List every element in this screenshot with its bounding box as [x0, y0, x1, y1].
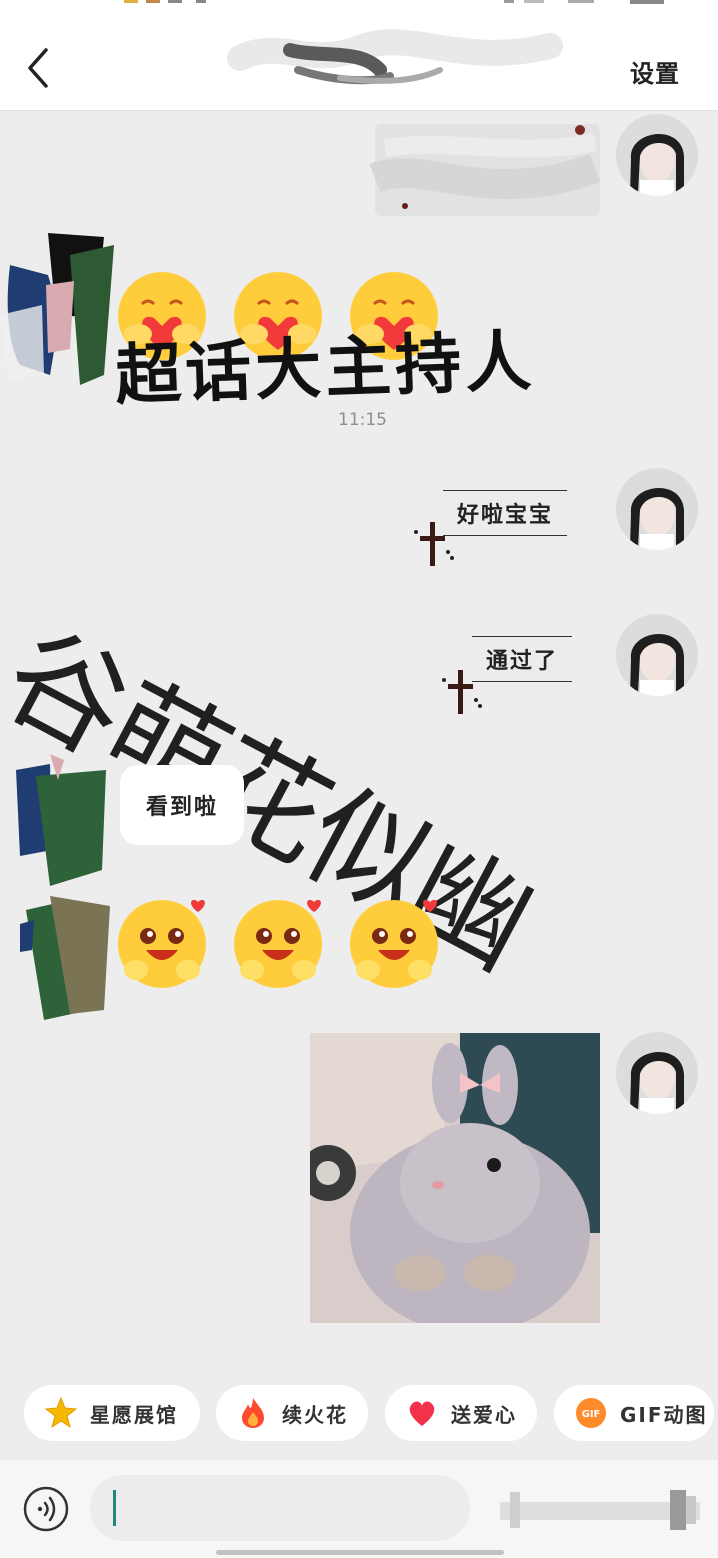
user-portrait-avatar — [616, 1032, 698, 1114]
image-message[interactable] — [310, 1033, 600, 1323]
quick-action-star-exhibition[interactable]: 星愿展馆 — [24, 1385, 200, 1441]
message-bubble[interactable]: 好啦宝宝 — [443, 490, 568, 536]
excited-blush-emoji[interactable] — [230, 894, 326, 990]
my-avatar[interactable] — [616, 614, 698, 696]
contact-avatar-redacted[interactable] — [0, 225, 120, 385]
quick-action-gif[interactable]: GIF GIF动图 — [554, 1385, 714, 1441]
voice-icon — [23, 1486, 69, 1532]
quick-action-label: 星愿展馆 — [90, 1402, 178, 1427]
heart-icon — [409, 1401, 435, 1426]
input-actions-redacted[interactable] — [490, 1480, 710, 1540]
contact-name-redacted — [227, 29, 563, 85]
my-avatar[interactable] — [616, 468, 698, 550]
gif-icon: GIF — [576, 1398, 606, 1428]
contact-avatar-redacted[interactable] — [10, 740, 110, 890]
user-portrait-avatar — [616, 114, 698, 196]
user-portrait-avatar — [616, 468, 698, 550]
quick-action-label: 续火花 — [282, 1402, 348, 1427]
back-button[interactable] — [18, 40, 64, 96]
message-text: 看到啦 — [146, 795, 219, 820]
excited-blush-emoji[interactable] — [346, 894, 442, 990]
user-portrait-avatar — [616, 614, 698, 696]
quick-action-label: GIF动图 — [620, 1402, 708, 1427]
my-avatar[interactable] — [616, 1032, 698, 1114]
text-caret — [113, 1490, 116, 1526]
voice-button[interactable] — [22, 1485, 70, 1533]
star-icon — [44, 1396, 78, 1429]
settings-button[interactable]: 设置 — [630, 54, 680, 89]
redacted-message-bubble — [369, 124, 601, 216]
message-text: 通过了 — [486, 649, 559, 674]
quick-action-send-heart[interactable]: 送爱心 — [385, 1385, 537, 1441]
message-bubble[interactable]: 看到啦 — [120, 765, 245, 845]
svg-text:GIF: GIF — [582, 1409, 601, 1420]
quick-action-label: 送爱心 — [451, 1402, 517, 1427]
message-text: 好啦宝宝 — [457, 503, 554, 528]
my-avatar[interactable] — [616, 114, 698, 196]
excited-blush-emoji[interactable] — [114, 894, 210, 990]
message-bubble[interactable]: 通过了 — [472, 636, 573, 682]
contact-avatar-redacted[interactable] — [20, 890, 116, 1026]
home-indicator — [216, 1550, 504, 1555]
status-bar-fragment — [124, 0, 206, 3]
message-input[interactable] — [90, 1475, 470, 1541]
flame-icon — [242, 1398, 264, 1428]
quick-action-continue-spark[interactable]: 续火花 — [216, 1385, 368, 1441]
chevron-left-icon — [28, 48, 48, 88]
status-bar-right-fragment — [504, 0, 664, 4]
overlay-text-line1: 超话大主持人 — [113, 321, 537, 415]
bunny-photo — [310, 1033, 600, 1323]
message-timestamp: 11:15 — [338, 410, 387, 430]
